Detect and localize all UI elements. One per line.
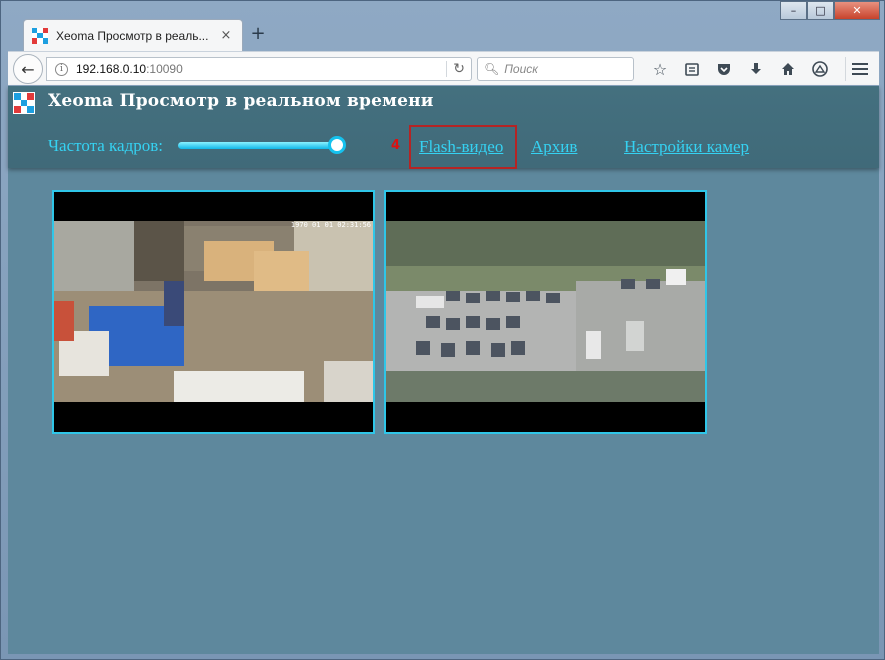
pocket-icon[interactable] [708, 57, 740, 81]
hamburger-menu-icon[interactable] [845, 57, 873, 81]
bookmark-star-icon[interactable]: ☆ [644, 57, 676, 81]
frame-rate-slider-thumb[interactable] [328, 136, 346, 154]
app-header: Xeoma Просмотр в реальном времени Частот… [8, 86, 879, 169]
reading-list-icon[interactable] [676, 57, 708, 81]
browser-tab[interactable]: Xeoma Просмотр в реаль... × [23, 19, 243, 51]
camera-settings-link[interactable]: Настройки камер [624, 137, 749, 157]
camera-view-2[interactable] [384, 190, 707, 434]
camera-1-feed [54, 221, 373, 402]
tab-title: Xeoma Просмотр в реаль... [56, 28, 209, 43]
close-window-button[interactable]: ✕ [834, 1, 880, 20]
search-placeholder: Поиск [504, 62, 538, 76]
page-title: Xeoma Просмотр в реальном времени [48, 91, 434, 111]
url-bar[interactable]: i 192.168.0.10 :10090 ↻ [46, 57, 472, 81]
navigation-toolbar: ← i 192.168.0.10 :10090 ↻ 🔍︎ Поиск ☆ [8, 51, 879, 85]
xeoma-favicon-icon [32, 27, 48, 44]
camera-view-1[interactable]: 1970 01 01 02:31:56 [52, 190, 375, 434]
archive-link[interactable]: Архив [531, 137, 577, 157]
back-button[interactable]: ← [13, 54, 43, 84]
browser-window: Xeoma Просмотр в реаль... × + – □ ✕ ← i … [0, 0, 885, 660]
annotation-marker: 4 [391, 138, 401, 153]
download-icon[interactable] [740, 57, 772, 81]
reload-icon[interactable]: ↻ [446, 61, 465, 77]
search-icon: 🔍︎ [484, 62, 500, 76]
xeoma-logo-icon [13, 92, 35, 114]
flash-video-link[interactable]: Flash-видео [419, 137, 503, 157]
url-host: 192.168.0.10 [76, 62, 147, 76]
site-info-icon[interactable]: i [55, 62, 68, 76]
frame-rate-label: Частота кадров: [48, 136, 163, 155]
window-controls: – □ ✕ [780, 1, 880, 20]
tab-close-icon[interactable]: × [218, 28, 234, 43]
page-content: Xeoma Просмотр в реальном времени Частот… [8, 86, 879, 654]
search-bar[interactable]: 🔍︎ Поиск [477, 57, 634, 81]
minimize-button[interactable]: – [780, 1, 807, 20]
tab-strip: Xeoma Просмотр в реаль... × + [8, 7, 879, 51]
maximize-button[interactable]: □ [807, 1, 834, 20]
camera-1-timestamp: 1970 01 01 02:31:56 [290, 221, 371, 229]
camera-2-feed [386, 221, 705, 402]
frame-rate-slider-track[interactable] [178, 142, 332, 149]
toolbar-icons: ☆ [644, 57, 836, 81]
sync-icon[interactable] [804, 57, 836, 81]
home-icon[interactable] [772, 57, 804, 81]
back-arrow-icon: ← [21, 59, 35, 79]
url-port: :10090 [146, 62, 183, 76]
new-tab-button[interactable]: + [248, 23, 268, 44]
